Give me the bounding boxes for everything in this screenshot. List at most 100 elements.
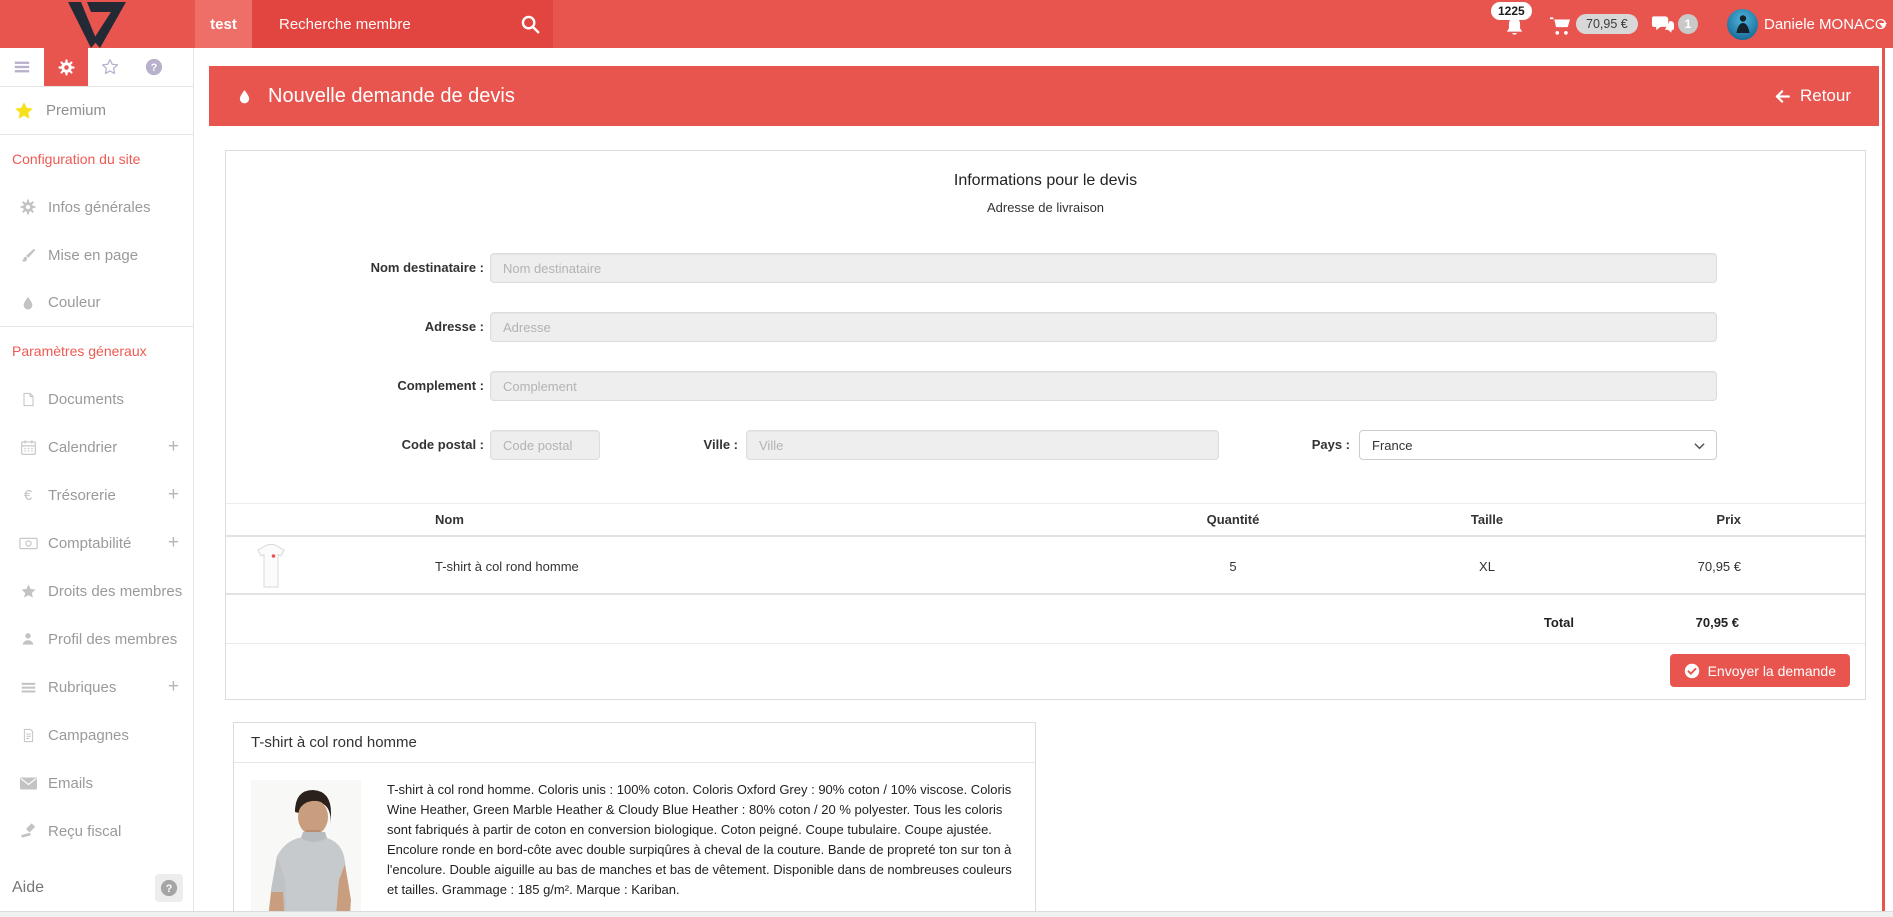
tab-settings[interactable] — [44, 48, 88, 86]
user-avatar[interactable] — [1727, 9, 1758, 40]
complement-input[interactable] — [490, 371, 1717, 401]
col-header-taille: Taille — [1433, 512, 1541, 527]
section-title: Configuration du site — [0, 151, 140, 167]
quote-form-card: Informations pour le devis Adresse de li… — [225, 150, 1866, 700]
sidebar-item-label: Comptabilité — [48, 535, 131, 552]
postal-code-label: Code postal : — [226, 430, 484, 460]
sidebar-item-label: Droits des membres — [48, 583, 182, 600]
sidebar-help: Aide ? — [0, 871, 183, 905]
cart-icon[interactable] — [1549, 16, 1571, 36]
search-icon[interactable] — [519, 13, 541, 35]
site-tab[interactable]: test — [195, 0, 252, 48]
sidebar: ? Premium Configuration du site — [0, 48, 194, 917]
sidebar-item-campagnes[interactable]: Campagnes — [0, 711, 193, 759]
product-thumbnail[interactable] — [256, 544, 435, 588]
page-title: Nouvelle demande de devis — [268, 85, 515, 108]
plus-icon[interactable]: + — [168, 436, 179, 458]
sidebar-item-premium[interactable]: Premium — [0, 87, 193, 135]
sidebar-item-recu-fiscal[interactable]: Reçu fiscal — [0, 807, 193, 855]
messages-count-badge[interactable]: 1 — [1678, 14, 1698, 34]
envelope-icon — [18, 777, 38, 790]
back-button[interactable]: Retour — [1773, 86, 1851, 106]
city-input[interactable] — [746, 430, 1219, 460]
calendar-icon — [18, 439, 38, 456]
plus-icon[interactable]: + — [168, 532, 179, 554]
sidebar-item-documents[interactable]: Documents — [0, 375, 193, 423]
notification-count-badge[interactable]: 1225 — [1491, 2, 1532, 20]
send-request-button[interactable]: Envoyer la demande — [1670, 654, 1850, 687]
plus-icon[interactable]: + — [168, 484, 179, 506]
vertical-scrollbar[interactable] — [1882, 48, 1893, 917]
user-name[interactable]: Daniele MONACO — [1764, 16, 1887, 33]
chevron-down-icon — [1694, 442, 1705, 450]
product-card-title: T-shirt à col rond homme — [234, 723, 1035, 763]
send-request-label: Envoyer la demande — [1708, 663, 1836, 679]
sidebar-item-emails[interactable]: Emails — [0, 759, 193, 807]
horizontal-scrollbar[interactable] — [0, 911, 1893, 917]
table-total-row: Total 70,95 € — [226, 597, 1865, 647]
section-title: Paramètres géneraux — [0, 343, 147, 359]
product-card: T-shirt à col rond homme — [233, 722, 1036, 917]
app-logo-icon[interactable] — [64, 2, 130, 48]
address-input[interactable] — [490, 312, 1717, 342]
sidebar-item-infos-generales[interactable]: Infos générales — [0, 183, 193, 231]
drop-icon — [18, 295, 38, 311]
premium-label: Premium — [46, 102, 106, 119]
sidebar-item-label: Mise en page — [48, 247, 138, 264]
row-size: XL — [1433, 559, 1541, 574]
question-icon: ? — [145, 58, 163, 76]
col-header-nom: Nom — [435, 512, 1033, 527]
help-button[interactable]: ? — [155, 874, 183, 902]
row-product-name: T-shirt à col rond homme — [435, 559, 1033, 574]
file-icon — [18, 391, 38, 408]
tab-help[interactable]: ? — [132, 48, 176, 86]
sidebar-item-profil-membres[interactable]: Profil des membres — [0, 615, 193, 663]
sidebar-section-params: Paramètres géneraux — [0, 327, 193, 375]
tab-menu[interactable] — [0, 48, 44, 86]
help-label: Aide — [12, 879, 44, 897]
sidebar-item-mise-en-page[interactable]: Mise en page — [0, 231, 193, 279]
country-label: Pays : — [1230, 430, 1350, 460]
search-input[interactable] — [252, 0, 553, 48]
site-tab-label: test — [210, 16, 237, 33]
country-select[interactable]: France — [1359, 430, 1717, 460]
sidebar-item-label: Calendrier — [48, 439, 117, 456]
recipient-input[interactable] — [490, 253, 1717, 283]
document-icon — [18, 727, 38, 744]
tab-favorites[interactable] — [88, 48, 132, 86]
svg-text:?: ? — [166, 883, 173, 895]
row-quantity: 5 — [1033, 559, 1433, 574]
cart-total-badge[interactable]: 70,95 € — [1576, 14, 1638, 34]
euro-icon: € — [18, 487, 38, 504]
form-row-city-country: Code postal : Ville : Pays : France — [226, 430, 1865, 460]
form-row-address: Adresse : — [226, 312, 1865, 342]
sidebar-item-comptabilite[interactable]: Comptabilité + — [0, 519, 193, 567]
product-image — [251, 780, 361, 917]
form-row-complement: Complement : — [226, 371, 1865, 401]
star-outline-icon — [101, 58, 119, 76]
user-menu-caret-icon[interactable] — [1879, 23, 1887, 28]
sidebar-item-calendrier[interactable]: Calendrier + — [0, 423, 193, 471]
sidebar-item-label: Campagnes — [48, 727, 129, 744]
sidebar-item-rubriques[interactable]: Rubriques + — [0, 663, 193, 711]
gear-icon — [18, 199, 38, 215]
postal-code-input[interactable] — [490, 430, 600, 460]
drop-icon — [237, 87, 252, 106]
sidebar-item-label: Documents — [48, 391, 124, 408]
sidebar-item-couleur[interactable]: Couleur — [0, 279, 193, 327]
form-subtitle: Adresse de livraison — [226, 200, 1865, 215]
sidebar-item-droits-membres[interactable]: Droits des membres — [0, 567, 193, 615]
gavel-icon — [18, 823, 38, 840]
sidebar-item-tresorerie[interactable]: € Trésorerie + — [0, 471, 193, 519]
page-header: Nouvelle demande de devis Retour — [209, 66, 1879, 126]
address-label: Adresse : — [226, 312, 484, 342]
hamburger-icon — [13, 58, 31, 76]
messages-icon[interactable] — [1651, 15, 1674, 35]
plus-icon[interactable]: + — [168, 676, 179, 698]
recipient-label: Nom destinataire : — [226, 253, 484, 283]
total-label: Total — [1544, 615, 1574, 630]
total-value: 70,95 € — [1574, 615, 1739, 630]
scrollbar-thumb[interactable] — [1882, 48, 1885, 917]
person-icon — [18, 631, 38, 647]
form-footer: Envoyer la demande — [226, 643, 1865, 699]
